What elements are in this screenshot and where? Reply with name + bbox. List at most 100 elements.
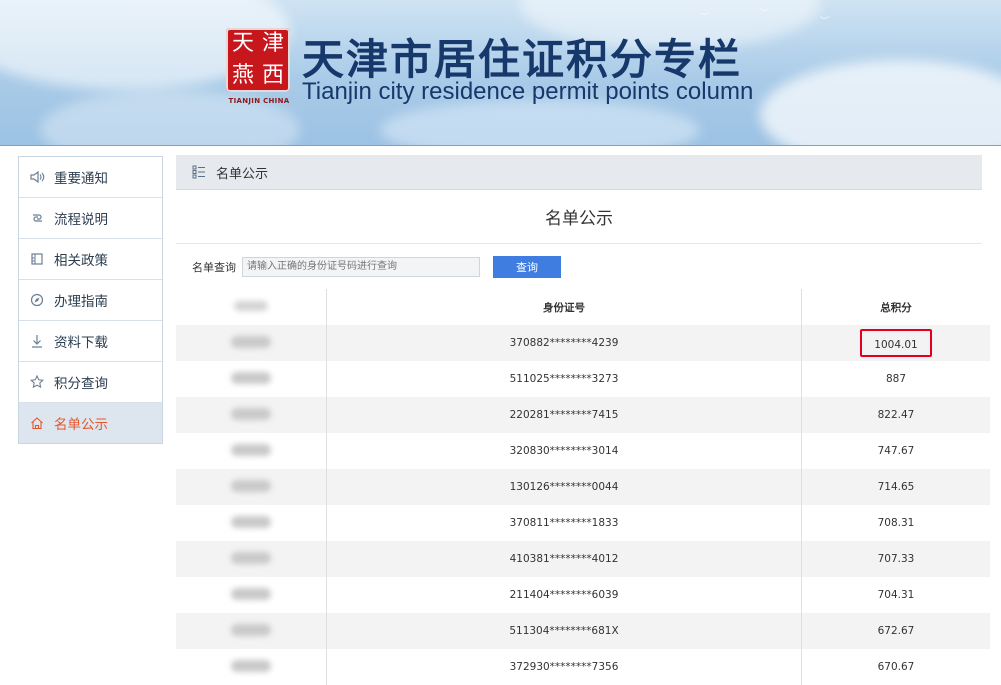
id-number-cell: 370811********1833	[326, 505, 802, 541]
bird-icon: ︶	[760, 9, 770, 19]
score-column-header: 总积分	[801, 289, 990, 325]
sidebar-item-label: 办理指南	[54, 294, 108, 310]
redacted-name-cell	[176, 469, 327, 505]
sidebar-item-label: 相关政策	[54, 253, 108, 269]
breadcrumb-label: 名单公示	[216, 166, 269, 182]
redacted-name-cell	[176, 613, 327, 649]
bird-icon: ︶	[700, 13, 710, 23]
redacted-name-cell	[176, 325, 327, 361]
redacted-name	[231, 659, 271, 672]
total-score-cell: 747.67	[801, 433, 990, 469]
table-row: 511304********681X 672.67	[176, 613, 990, 649]
total-score-cell: 707.33	[801, 541, 990, 577]
search-button[interactable]: 查询	[493, 255, 561, 278]
table-row: 211404********6039 704.31	[176, 577, 990, 613]
total-score-cell: 672.67	[801, 613, 990, 649]
total-score-cell: 708.31	[801, 505, 990, 541]
download-icon	[29, 333, 45, 349]
table-row: 372930********7356 670.67	[176, 649, 990, 685]
id-column-header: 身份证号	[326, 289, 802, 325]
table-row: 320830********3014 747.67	[176, 433, 990, 469]
seal-caption: TIANJIN CHINA	[228, 97, 290, 105]
list-icon	[192, 165, 206, 179]
site-title-english: Tianjin city residence permit points col…	[302, 78, 754, 105]
page-title: 名单公示	[176, 190, 982, 244]
redacted-name	[231, 515, 271, 528]
redacted-name-cell	[176, 433, 327, 469]
sidebar-item-points-query[interactable]: 积分查询	[19, 362, 162, 403]
sidebar-item-label: 名单公示	[54, 417, 108, 433]
id-number-cell: 130126********0044	[326, 469, 802, 505]
star-icon	[29, 374, 45, 390]
redacted-name	[231, 587, 271, 600]
sidebar-item-label: 资料下载	[54, 335, 108, 351]
sidebar-item-public-list[interactable]: 名单公示	[19, 403, 162, 443]
id-number-cell: 370882********4239	[326, 325, 802, 361]
id-number-cell: 410381********4012	[326, 541, 802, 577]
table-row: 220281********7415 822.47	[176, 397, 990, 433]
id-number-cell: 511025********3273	[326, 361, 802, 397]
results-table: 身份证号 总积分 370882********4239 1004.01 511025…	[176, 289, 990, 685]
cloud-decoration	[760, 60, 1001, 145]
id-number-cell: 372930********7356	[326, 649, 802, 685]
redacted-name	[231, 443, 271, 456]
sidebar-item-label: 重要通知	[54, 171, 108, 187]
table-header-row: 身份证号 总积分	[176, 289, 990, 325]
header-banner: ︶ ︶ ︶ 天 津 燕 西 TIANJIN CHINA 天津市居住证积分专栏 T…	[0, 0, 1001, 146]
table-row: 130126********0044 714.65	[176, 469, 990, 505]
table-row: 370811********1833 708.31	[176, 505, 990, 541]
total-score-cell: 714.65	[801, 469, 990, 505]
redacted-name	[231, 551, 271, 564]
name-column-header	[176, 289, 327, 325]
sidebar-item-guide[interactable]: 办理指南	[19, 280, 162, 321]
redacted-name-cell	[176, 577, 327, 613]
total-score-cell: 822.47	[801, 397, 990, 433]
redacted-name-cell	[176, 397, 327, 433]
id-search-input[interactable]	[242, 256, 480, 277]
compass-icon	[29, 292, 45, 308]
sidebar-item-process[interactable]: 流程说明	[19, 198, 162, 239]
redacted-name-cell	[176, 361, 327, 397]
sidebar-item-label: 流程说明	[54, 212, 108, 228]
sidebar-item-label: 积分查询	[54, 376, 108, 392]
search-bar: 名单查询 查询	[176, 244, 982, 289]
breadcrumb: 名单公示	[176, 155, 982, 190]
table-row: 511025********3273 887	[176, 361, 990, 397]
redacted-name	[231, 371, 271, 384]
id-number-cell: 220281********7415	[326, 397, 802, 433]
search-label: 名单查询	[192, 260, 236, 274]
id-number-cell: 511304********681X	[326, 613, 802, 649]
total-score-cell: 1004.01	[801, 325, 990, 361]
sidebar-item-notices[interactable]: 重要通知	[19, 157, 162, 198]
redacted-name	[231, 623, 271, 636]
redacted-name	[231, 407, 271, 420]
main-content: 名单公示 名单公示 名单查询 查询 身份证号 总积分 370882*******…	[176, 155, 990, 685]
sidebar-nav: 重要通知 流程说明 相关政策 办理指南 资料下载 积分查询 名单公示	[18, 156, 163, 444]
highlighted-score: 1004.01	[860, 329, 932, 357]
redacted-name-cell	[176, 541, 327, 577]
speaker-icon	[29, 169, 45, 185]
table-row: 370882********4239 1004.01	[176, 325, 990, 361]
sidebar-item-policies[interactable]: 相关政策	[19, 239, 162, 280]
home-icon	[29, 415, 45, 431]
cloud-decoration	[380, 100, 700, 145]
tianjin-seal-logo: 天 津 燕 西	[226, 28, 290, 92]
seal-char: 西	[261, 63, 284, 88]
seal-char: 津	[261, 31, 284, 56]
redacted-name-cell	[176, 505, 327, 541]
building-icon	[29, 251, 45, 267]
seal-char: 天	[231, 31, 254, 56]
redacted-name-cell	[176, 649, 327, 685]
link-icon	[29, 210, 45, 226]
redacted-name	[231, 335, 271, 348]
bird-icon: ︶	[820, 17, 830, 27]
redacted-name	[231, 479, 271, 492]
table-row: 410381********4012 707.33	[176, 541, 990, 577]
id-number-cell: 320830********3014	[326, 433, 802, 469]
redacted-header	[234, 300, 268, 311]
total-score-cell: 704.31	[801, 577, 990, 613]
total-score-cell: 670.67	[801, 649, 990, 685]
id-number-cell: 211404********6039	[326, 577, 802, 613]
total-score-cell: 887	[801, 361, 990, 397]
sidebar-item-downloads[interactable]: 资料下载	[19, 321, 162, 362]
